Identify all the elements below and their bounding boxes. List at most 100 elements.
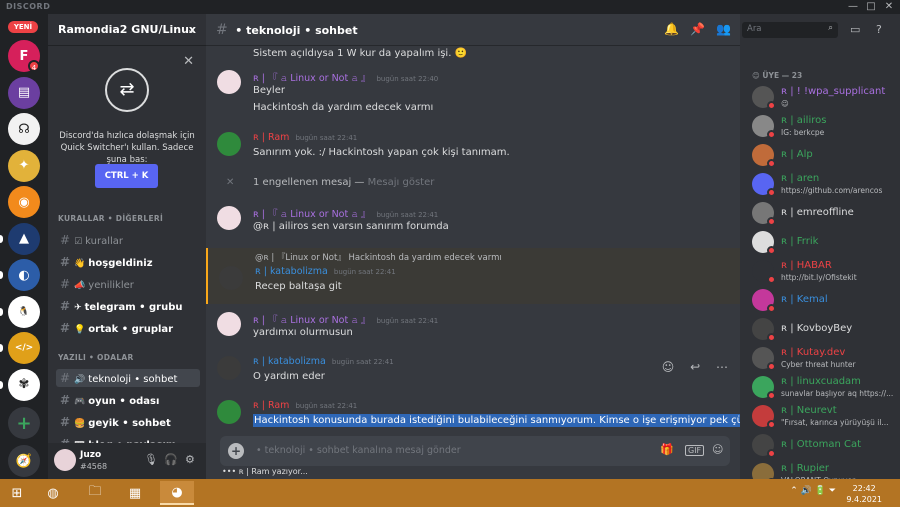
author-name[interactable]: ʀ | katabolizma <box>255 266 328 277</box>
member-item[interactable]: ʀ | Kutay.dev Cyber threat hunter <box>752 344 900 374</box>
help-icon[interactable]: ? <box>876 23 882 36</box>
avatar[interactable] <box>217 356 241 380</box>
member-item[interactable]: ʀ | emreoffline <box>752 199 900 229</box>
add-reaction-icon[interactable]: ☺ <box>662 360 675 374</box>
avatar[interactable] <box>54 449 76 471</box>
microphone-icon[interactable]: 🎙 <box>144 453 158 466</box>
server-icon[interactable]: ▲ <box>8 222 40 255</box>
channel-item[interactable]: # 🔊 teknoloji • sohbet <box>56 369 200 387</box>
new-badge: YENİ <box>8 21 38 33</box>
member-item[interactable]: ʀ | Kemal <box>752 286 900 316</box>
discord-icon[interactable]: ◕ <box>160 481 194 505</box>
member-item[interactable]: ʀ | Alp <box>752 141 900 171</box>
message-input[interactable]: • teknoloji • sohbet kanalına mesaj gönd… <box>256 445 461 456</box>
chrome-icon[interactable]: ◍ <box>36 481 70 505</box>
member-item[interactable]: ʀ | KovboyBey <box>752 315 900 345</box>
server-icon[interactable]: 🐧 <box>8 295 40 328</box>
explore-icon[interactable]: 🧭 <box>8 445 40 477</box>
channel-item[interactable]: # 🎮 oyun • odası <box>56 391 200 409</box>
start-icon[interactable]: ⊞ <box>0 481 34 505</box>
close-icon[interactable]: ✕ <box>183 54 194 69</box>
pin-icon[interactable]: 📌 <box>690 22 705 36</box>
channel-emoji-icon: 🍔 <box>74 419 86 429</box>
minimize-icon[interactable]: — <box>846 1 860 13</box>
gear-icon[interactable]: ⚙ <box>185 453 195 466</box>
quick-switcher-button[interactable]: CTRL + K <box>95 164 158 188</box>
member-item[interactable]: ʀ | Ottoman Cat <box>752 431 900 461</box>
channel-emoji-icon: ☑ <box>74 237 83 247</box>
member-item[interactable]: ʀ | aren https://github.com/arencos <box>752 170 900 200</box>
channel-item[interactable]: # ✈ telegram • grubu <box>56 297 200 315</box>
store-icon[interactable]: ▦ <box>118 481 152 505</box>
message-hover-toolbar: ☺ ↩ ⋯ <box>650 360 728 382</box>
server-icon[interactable]: ◐ <box>8 259 40 291</box>
file-explorer-icon[interactable]: 🗀 <box>78 481 112 505</box>
close-window-icon[interactable]: ✕ <box>882 1 896 13</box>
server-icon[interactable]: ◉ <box>8 186 40 218</box>
members-icon[interactable]: 👥 <box>716 22 731 36</box>
channel-item[interactable]: # 🍔 geyik • sohbet <box>56 413 200 431</box>
search-icon[interactable]: ⌕ <box>828 23 833 33</box>
switch-arrows-icon: ⇄ <box>105 68 149 112</box>
clock[interactable]: 22:42 9.4.2021 <box>846 483 882 505</box>
avatar[interactable] <box>217 132 241 156</box>
message-line: @ʀ | ailiros sen varsın sanırım forumda <box>253 221 449 232</box>
channel-item[interactable]: # 💡 ortak • gruplar <box>56 319 200 337</box>
gift-icon[interactable]: 🎁 <box>660 443 674 456</box>
headphones-icon[interactable]: 🎧 <box>164 453 178 466</box>
user-name: Juzo <box>80 450 102 460</box>
avatar[interactable] <box>217 70 241 94</box>
gif-button[interactable]: GIF <box>685 445 705 456</box>
channel-item[interactable]: # 📣 yenilikler <box>56 275 200 293</box>
server-icon[interactable]: </> <box>8 332 40 364</box>
avatar[interactable] <box>219 266 243 290</box>
system-tray[interactable]: ⌃ 🔊 🔋 ⏷ <box>790 486 836 496</box>
member-item[interactable]: ʀ | Frrik <box>752 228 900 258</box>
maximize-icon[interactable]: □ <box>864 1 878 13</box>
inbox-icon[interactable]: ▭ <box>850 23 860 36</box>
member-item[interactable]: ʀ | HABAR http://bit.ly/Ofistekit <box>752 257 900 287</box>
avatar[interactable] <box>217 400 241 424</box>
message-header: ʀ | katabolizma bugün saat 22:41 <box>255 266 396 277</box>
server-header[interactable]: Ramondia2 GNU/Linux ⌄ <box>48 14 206 46</box>
server-icon[interactable]: ☊ <box>8 113 40 145</box>
timestamp: bugün saat 22:41 <box>295 402 358 410</box>
author-name[interactable]: ʀ | Ram <box>253 400 289 411</box>
server-icon[interactable]: ✦ <box>8 149 40 182</box>
channel-item[interactable]: # ☑ kurallar <box>56 231 200 249</box>
author-name[interactable]: ʀ | 『 𝚊 Linux or Not 𝚊 』 <box>253 73 370 84</box>
member-item[interactable]: ʀ | linuxcuadam sunavlar başlıyor aq http… <box>752 373 900 403</box>
typing-indicator: ••• ʀ | Ram yazıyor... <box>222 467 308 476</box>
avatar[interactable] <box>217 312 241 336</box>
channel-category[interactable]: YAZILI • ODALAR <box>58 353 134 362</box>
server-icon[interactable]: ▤ <box>8 76 40 109</box>
upload-plus-icon[interactable]: + <box>228 443 244 459</box>
emoji-icon[interactable]: ☺ <box>712 443 723 456</box>
search-input[interactable]: Ara ⌕ <box>742 22 838 38</box>
add-server-icon[interactable]: + <box>8 407 40 439</box>
message-line: Hackintosh da yardım edecek varmı <box>253 102 434 113</box>
timestamp: bugün saat 22:41 <box>376 211 439 219</box>
chevron-down-icon[interactable]: ⌄ <box>187 23 196 36</box>
member-item[interactable]: ʀ | ! !wpa_supplicant 😉 <box>752 83 900 113</box>
author-name[interactable]: ʀ | 『 𝚊 Linux or Not 𝚊 』 <box>253 315 370 326</box>
server-icon[interactable]: ✾ <box>8 368 40 401</box>
reply-reference[interactable]: @ʀ | 『Linux or Not』 Hackintosh da yardım… <box>255 251 502 263</box>
show-message-link[interactable]: Mesajı göster <box>368 177 435 188</box>
more-icon[interactable]: ⋯ <box>716 360 728 374</box>
author-name[interactable]: ʀ | 『 𝚊 Linux or Not 𝚊 』 <box>253 209 370 220</box>
member-item[interactable]: ʀ | ailiros IG: berkcpe <box>752 112 900 142</box>
reply-icon[interactable]: ↩ <box>690 360 700 374</box>
member-item[interactable]: ʀ | RupierVALORANT Oynuyor <box>752 460 900 479</box>
chat-area: # • teknoloji • sohbet 🔔 📌 👥 Sistem açıl… <box>206 14 740 479</box>
author-name[interactable]: ʀ | Ram <box>253 132 289 143</box>
hash-icon: # <box>60 277 71 291</box>
bell-icon[interactable]: 🔔 <box>664 22 679 36</box>
close-icon[interactable]: ✕ <box>226 177 234 188</box>
channel-label: ortak • gruplar <box>88 324 174 335</box>
channel-item[interactable]: # 👋 hoşgeldiniz <box>56 253 200 271</box>
avatar[interactable] <box>217 206 241 230</box>
member-item[interactable]: ʀ | Neurevt "Fırsat, karınca yürüyüşü il.… <box>752 402 900 432</box>
channel-category[interactable]: KURALLAR • DİĞERLERİ <box>58 214 163 223</box>
author-name[interactable]: ʀ | katabolizma <box>253 356 326 367</box>
